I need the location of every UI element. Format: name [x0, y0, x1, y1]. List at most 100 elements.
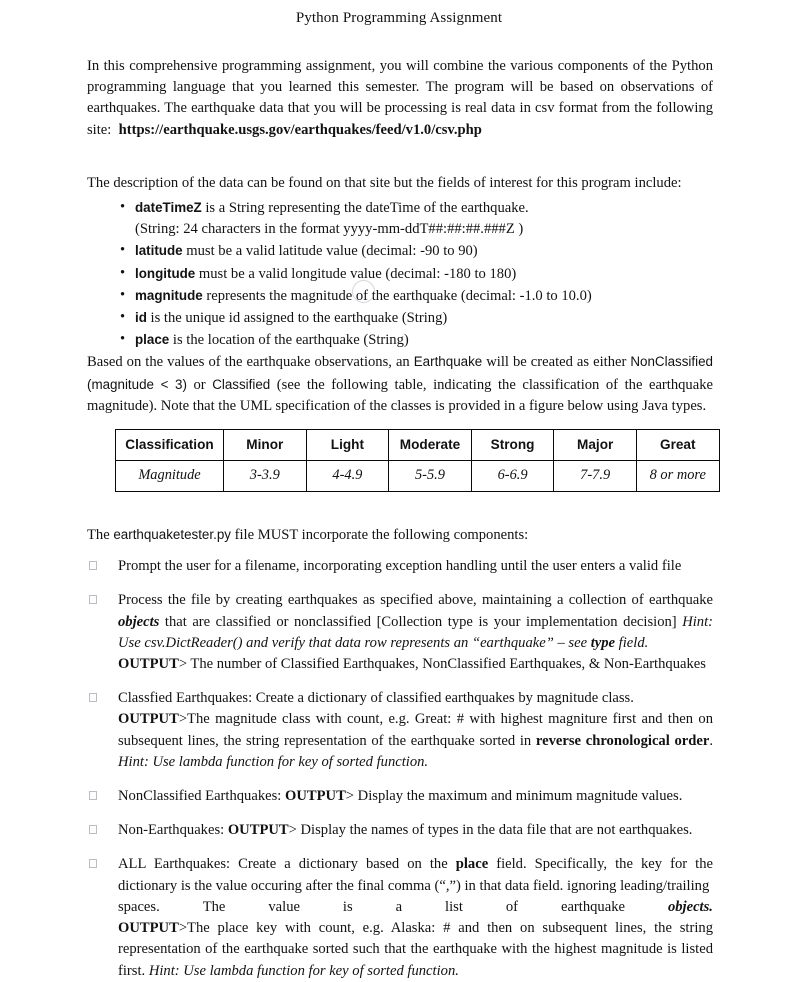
classif-seg-2: will be created as either	[482, 354, 631, 371]
checkbox-icon[interactable]	[89, 561, 97, 571]
task-line: ALL Earthquakes: Create a dictionary bas…	[118, 854, 713, 896]
task-line: Non-Earthquakes: OUTPUT> Display the nam…	[118, 820, 713, 841]
fields-list: • dateTimeZ is a String representing the…	[87, 197, 713, 351]
checkbox-icon[interactable]	[89, 791, 97, 801]
tester-filename: earthquaketester.py	[113, 527, 231, 543]
field-description: is a String representing the dateTime of…	[201, 200, 529, 217]
checkbox-icon[interactable]	[89, 859, 97, 869]
text-run: ALL Earthquakes: Create a dictionary bas…	[118, 856, 456, 873]
emphasis-bold: place	[455, 856, 489, 873]
table-header-cell: Light	[305, 429, 390, 462]
field-name: magnitude	[135, 287, 203, 303]
text-run: earthquake	[560, 898, 625, 915]
field-description: represents the magnitude of the earthqua…	[202, 287, 592, 304]
table-header-row: Classification Minor Light Moderate Stro…	[115, 429, 720, 462]
emphasis-bold: OUTPUT	[284, 788, 346, 805]
task-line: OUTPUT> The number of Classified Earthqu…	[118, 654, 713, 675]
checkbox-icon[interactable]	[89, 693, 97, 703]
term-earthquake: Earthquake	[413, 354, 483, 370]
text-run: Prompt the user for a filename, incorpor…	[118, 558, 682, 575]
checkbox-icon[interactable]	[89, 595, 97, 605]
field-item-datetimez: • dateTimeZ is a String representing the…	[87, 197, 713, 240]
task-line: Classfied Earthquakes: Create a dictiona…	[118, 688, 713, 709]
classification-table: Classification Minor Light Moderate Stro…	[115, 429, 720, 493]
table-header-cell: Major	[553, 429, 637, 462]
task-classified-earthquakes: Classfied Earthquakes: Create a dictiona…	[87, 688, 713, 773]
intro-paragraph: In this comprehensive programming assign…	[87, 56, 713, 141]
text-run: that are classified or nonclassified [Co…	[159, 613, 683, 630]
components-seg-1: The	[87, 527, 114, 544]
task-line: Process the file by creating earthquakes…	[118, 590, 713, 654]
task-line: Prompt the user for a filename, incorpor…	[118, 556, 713, 577]
field-item-place: • place is the location of the earthquak…	[87, 329, 713, 351]
field-item-id: • id is the unique id assigned to the ea…	[87, 307, 713, 329]
field-description: must be a valid longitude value (decimal…	[195, 265, 517, 282]
bullet-icon: •	[120, 286, 126, 303]
emphasis-bold: OUTPUT	[227, 822, 289, 839]
text-run: Process the file by creating earthquakes…	[118, 592, 713, 609]
checkbox-icon[interactable]	[89, 825, 97, 835]
classif-seg-1: Based on the values of the earthquake ob…	[87, 354, 414, 371]
task-line: NonClassified Earthquakes: OUTPUT> Displ…	[118, 786, 713, 807]
emphasis-bold-italic: type	[590, 634, 616, 651]
emphasis-italic: field.	[615, 634, 649, 651]
field-description: must be a valid latitude value (decimal:…	[182, 243, 478, 260]
text-run: > Display the names of types in the data…	[288, 822, 693, 839]
task-line: OUTPUT>The magnitude class with count, e…	[118, 709, 713, 773]
bullet-icon: •	[120, 242, 126, 259]
text-run: Classfied Earthquakes: Create a dictiona…	[118, 690, 634, 707]
table-header-cell: Moderate	[388, 429, 472, 462]
table-header-cell: Minor	[223, 429, 307, 462]
field-subline: (String: 24 characters in the format yyy…	[135, 221, 524, 238]
text-run: is	[342, 898, 353, 915]
text-run: .	[709, 732, 713, 749]
table-row: Magnitude 3-3.9 4-4.9 5-5.9 6-6.9 7-7.9 …	[115, 460, 720, 493]
emphasis-bold-italic: objects	[118, 613, 160, 630]
emphasis-bold: OUTPUT	[118, 711, 179, 728]
text-run: > Display the maximum and minimum magnit…	[345, 788, 683, 805]
emphasis-italic: Hint: Use lambda function for key of sor…	[148, 962, 459, 979]
table-header-cell: Strong	[470, 429, 555, 462]
task-nonclassified-earthquakes: NonClassified Earthquakes: OUTPUT> Displ…	[87, 786, 713, 807]
field-item-latitude: • latitude must be a valid latitude valu…	[87, 240, 713, 262]
table-cell: 4-4.9	[305, 460, 390, 493]
usgs-feed-url[interactable]: https://earthquake.usgs.gov/earthquakes/…	[119, 122, 482, 138]
text-run: The	[202, 898, 226, 915]
text-run: NonClassified Earthquakes:	[118, 788, 285, 805]
field-item-longitude: • longitude must be a valid longitude va…	[87, 263, 713, 285]
table-cell: 6-6.9	[470, 460, 555, 493]
field-name: longitude	[135, 265, 196, 281]
field-description: is the unique id assigned to the earthqu…	[146, 310, 448, 327]
table-header-cell: Classification	[115, 429, 224, 462]
field-item-magnitude: • magnitude represents the magnitude of …	[87, 285, 713, 307]
document-page: Python Programming Assignment In this co…	[0, 0, 798, 979]
field-name: place	[135, 332, 170, 348]
task-line-justified: spaces. The value is a list of earthquake object…	[118, 897, 713, 918]
task-prompt-filename: Prompt the user for a filename, incorpor…	[87, 556, 713, 577]
task-line: OUTPUT>The place key with count, e.g. Al…	[118, 918, 713, 982]
table-cell: 7-7.9	[553, 460, 637, 493]
table-cell: 5-5.9	[388, 460, 472, 493]
table-cell: 8 or more	[635, 460, 720, 493]
task-non-earthquakes: Non-Earthquakes: OUTPUT> Display the nam…	[87, 820, 713, 841]
text-run: of	[505, 898, 519, 915]
emphasis-bold: OUTPUT	[118, 656, 179, 673]
fields-intro-paragraph: The description of the data can be found…	[87, 174, 682, 191]
table-cell: Magnitude	[115, 460, 224, 493]
classification-paragraph: Based on the values of the earthquake ob…	[87, 351, 713, 417]
text-run: spaces.	[118, 898, 160, 915]
field-name: id	[135, 310, 147, 326]
classification-table-wrapper: Classification Minor Light Moderate Stro…	[115, 429, 720, 493]
term-classified: Classified	[212, 376, 271, 392]
text-run: a	[395, 898, 403, 915]
components-intro-paragraph: The earthquaketester.py file MUST incorp…	[87, 524, 713, 546]
text-run: list	[445, 898, 463, 915]
document-body: In this comprehensive programming assign…	[87, 56, 720, 982]
task-process-file: Process the file by creating earthquakes…	[87, 590, 713, 675]
emphasis-bold: OUTPUT	[118, 920, 179, 937]
components-seg-2: file MUST incorporate the following comp…	[230, 527, 529, 544]
bullet-icon: •	[120, 309, 126, 326]
page-title: Python Programming Assignment	[295, 10, 503, 26]
bullet-icon: •	[120, 199, 126, 216]
text-run: value	[268, 898, 300, 915]
